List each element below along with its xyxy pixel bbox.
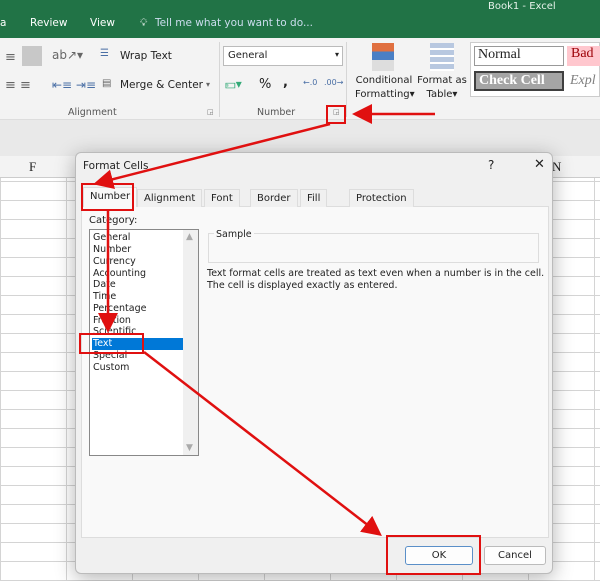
annotation-arrows: [93, 104, 435, 537]
arrow-to-ok: [143, 351, 382, 537]
arrow-to-number-tab: [93, 122, 331, 189]
